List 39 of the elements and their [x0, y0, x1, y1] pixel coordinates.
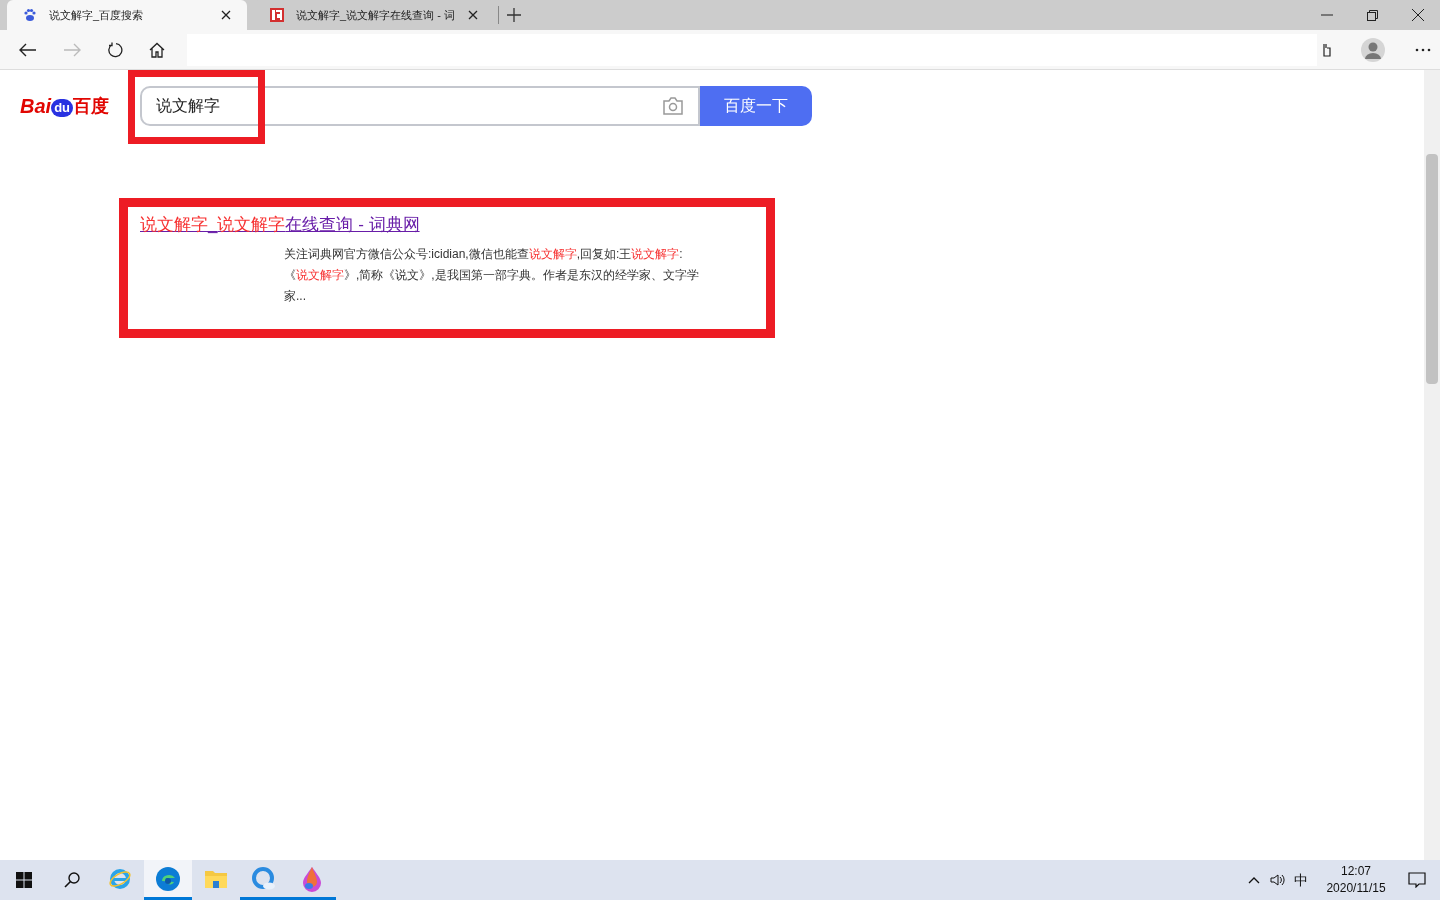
- logo-text: Bai: [20, 94, 52, 119]
- notification-icon[interactable]: [1408, 872, 1426, 888]
- profile-avatar-icon[interactable]: [1361, 37, 1385, 62]
- camera-icon[interactable]: [662, 97, 684, 115]
- new-tab-icon[interactable]: [507, 8, 521, 22]
- search-button[interactable]: 百度一下: [700, 86, 812, 126]
- search-icon[interactable]: [64, 872, 80, 888]
- home-icon[interactable]: [149, 41, 165, 58]
- baidu-logo[interactable]: Baidu 百度: [20, 91, 140, 121]
- speaker-icon[interactable]: [1270, 873, 1286, 887]
- browser-tab[interactable]: 说文解字_百度搜索: [7, 0, 247, 30]
- paint-drop-icon[interactable]: [301, 865, 323, 892]
- chevron-up-icon[interactable]: [1248, 876, 1260, 884]
- close-icon[interactable]: [1412, 9, 1424, 21]
- scrollbar[interactable]: [1424, 70, 1440, 860]
- result-title-link[interactable]: 说文解字_说文解字在线查询 - 词典网: [140, 215, 420, 234]
- back-arrow-icon[interactable]: [19, 42, 37, 57]
- reading-mode-icon[interactable]: [1323, 42, 1331, 57]
- input-method-indicator[interactable]: 中: [1294, 869, 1308, 891]
- search-input-text: 说文解字: [156, 96, 221, 116]
- close-icon[interactable]: [468, 10, 478, 20]
- result-snippet: 关注词典网官方微信公众号:icidian,微信也能查说文解字,回复如:王说文解字:《说文解字》,简称《说文》,是我国第一部字典。作者是东汉的经学家、文字学家...: [284, 245, 700, 305]
- browser-icon[interactable]: [251, 865, 277, 892]
- clock-time[interactable]: 12:07: [1341, 863, 1371, 880]
- paw-icon: [23, 8, 37, 22]
- dictionary-logo-icon: [270, 8, 284, 22]
- tab-title: 说文解字_百度搜索: [49, 7, 145, 23]
- refresh-icon[interactable]: [107, 41, 123, 58]
- logo-text: 百度: [73, 94, 109, 118]
- restore-icon[interactable]: [1367, 9, 1378, 21]
- tab-title: 说文解字_说文解字在线查询 - 词: [296, 7, 456, 23]
- logo-paw-text: du: [51, 99, 73, 117]
- search-field[interactable]: 说文解字: [140, 86, 700, 126]
- more-options-icon[interactable]: [1415, 47, 1431, 52]
- edge-browser-icon[interactable]: [155, 865, 181, 892]
- scrollbar-thumb[interactable]: [1426, 154, 1438, 384]
- clock-date[interactable]: 2020/11/15: [1326, 880, 1386, 897]
- windows-start-icon[interactable]: [16, 872, 32, 888]
- close-icon[interactable]: [221, 10, 231, 20]
